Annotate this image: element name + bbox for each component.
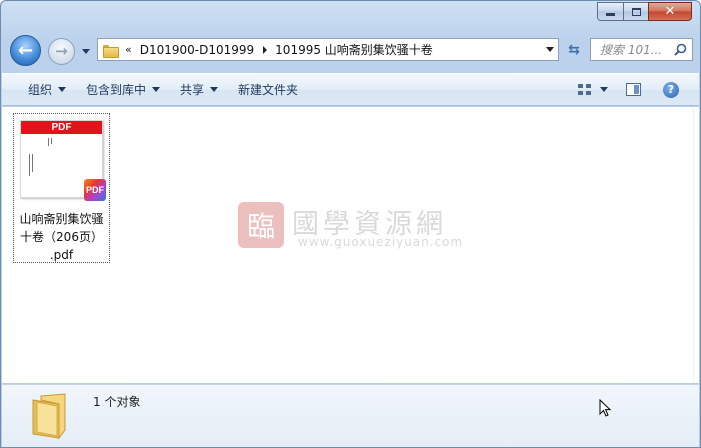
file-list-area[interactable]: PDF PDF 山响斋别集饮骚 十卷（206页） .pdf 臨 國學資源網 ww… <box>2 107 693 383</box>
toolbar-right-group: ? <box>578 74 699 105</box>
forward-arrow-icon: → <box>55 42 68 60</box>
view-options-dropdown[interactable] <box>600 87 608 92</box>
include-in-library-label: 包含到库中 <box>86 83 147 97</box>
preview-pane-icon[interactable] <box>626 83 641 96</box>
minimize-button[interactable] <box>597 2 623 21</box>
help-icon[interactable]: ? <box>663 81 679 98</box>
details-pane: 1 个对象 <box>2 384 699 447</box>
address-bar[interactable]: « D101900-D101999 101995 山响斋别集饮骚十卷 <box>97 38 559 61</box>
chevron-down-icon <box>546 47 554 52</box>
maximize-button[interactable] <box>623 2 648 21</box>
include-in-library-menu[interactable]: 包含到库中 <box>76 74 170 105</box>
folder-icon <box>32 393 66 440</box>
watermark-url: www.guoxueziyuan.com <box>298 235 464 249</box>
close-icon: ✕ <box>664 4 676 19</box>
chevron-down-icon <box>210 87 219 92</box>
breadcrumb-separator-icon[interactable] <box>263 45 268 54</box>
caption-buttons: ✕ <box>597 2 692 21</box>
search-placeholder: 搜索 101... <box>600 43 663 57</box>
back-arrow-icon: ← <box>17 39 34 61</box>
magnifier-icon[interactable] <box>674 43 687 56</box>
recent-pages-dropdown[interactable] <box>80 44 92 58</box>
share-menu[interactable]: 共享 <box>170 74 228 105</box>
refresh-button[interactable]: ⇆ <box>563 39 585 60</box>
folder-icon <box>103 44 119 58</box>
pdf-badge-icon: PDF <box>84 179 106 201</box>
new-folder-label: 新建文件夹 <box>238 83 299 97</box>
organize-menu[interactable]: 组织 <box>18 74 76 105</box>
maximize-icon <box>631 7 641 16</box>
mouse-cursor-icon <box>599 399 611 417</box>
chevron-down-icon <box>58 87 67 92</box>
chevron-down-icon <box>82 48 90 54</box>
thumbnail-header: PDF <box>21 121 102 134</box>
share-label: 共享 <box>180 83 205 97</box>
navigation-bar: ← → « D101900-D101999 101995 山响斋别集饮骚十卷 ⇆… <box>1 31 700 71</box>
minimize-icon <box>606 13 615 16</box>
change-view-icon[interactable] <box>578 83 592 96</box>
organize-label: 组织 <box>28 83 53 97</box>
scrollbar-track[interactable] <box>693 107 699 383</box>
watermark-logo: 臨 <box>238 202 284 248</box>
file-name-label: 山响斋别集饮骚 十卷（206页） .pdf <box>19 212 104 262</box>
file-item[interactable]: PDF PDF 山响斋别集饮骚 十卷（206页） .pdf <box>13 113 110 263</box>
breadcrumb-overflow[interactable]: « <box>125 43 132 56</box>
new-folder-button[interactable]: 新建文件夹 <box>228 74 308 105</box>
refresh-icon: ⇆ <box>568 41 580 58</box>
back-button[interactable]: ← <box>10 35 41 66</box>
chevron-down-icon <box>152 87 161 92</box>
address-dropdown[interactable] <box>546 47 554 52</box>
breadcrumb-item-parent[interactable]: D101900-D101999 <box>140 43 254 57</box>
breadcrumb-item-current[interactable]: 101995 山响斋别集饮骚十卷 <box>275 41 433 58</box>
search-input[interactable]: 搜索 101... <box>590 38 693 61</box>
item-count-status: 1 个对象 <box>93 395 141 409</box>
explorer-window: ✕ ← → « D101900-D101999 101995 山响斋别集饮骚十卷… <box>0 0 701 448</box>
close-button[interactable]: ✕ <box>648 2 692 21</box>
forward-button[interactable]: → <box>48 38 75 65</box>
command-toolbar: 组织 包含到库中 共享 新建文件夹 ? <box>2 73 699 106</box>
